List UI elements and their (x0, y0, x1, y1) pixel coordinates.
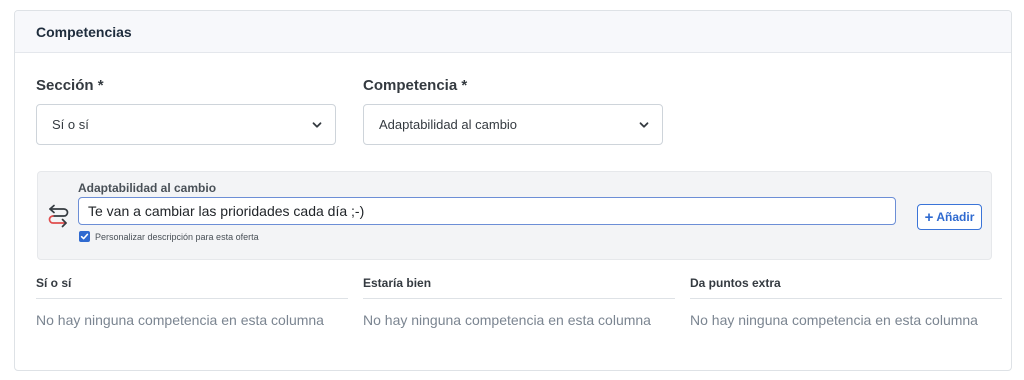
add-button-label: Añadir (936, 210, 975, 224)
column-header: Da puntos extra (690, 276, 1002, 299)
column-estaria-bien: Estaría bien No hay ninguna competencia … (363, 276, 675, 328)
section-select-value: Sí o sí (52, 117, 89, 132)
card-title: Competencias (36, 23, 132, 40)
swap-arrows-icon[interactable] (46, 201, 70, 229)
chevron-down-icon (639, 121, 649, 128)
plus-icon: + (924, 208, 934, 226)
add-button[interactable]: + Añadir (917, 204, 982, 230)
competence-select-value: Adaptabilidad al cambio (379, 117, 518, 132)
competencias-card: Competencias Sección * Sí o sí Competenc… (14, 10, 1012, 371)
chevron-down-icon (312, 121, 322, 128)
description-input[interactable] (78, 197, 896, 225)
column-empty-message: No hay ninguna competencia en esta colum… (36, 312, 324, 328)
column-header: Estaría bien (363, 276, 675, 299)
column-header: Sí o sí (36, 276, 348, 299)
card-header: Competencias (15, 11, 1011, 53)
column-da-puntos-extra: Da puntos extra No hay ninguna competenc… (690, 276, 1002, 328)
competence-item-title: Adaptabilidad al cambio (78, 181, 217, 195)
competence-label: Competencia * (363, 77, 468, 94)
customize-description-checkbox[interactable]: Personalizar descripción para esta ofert… (79, 231, 259, 242)
checkmark-icon (80, 233, 89, 240)
column-empty-message: No hay ninguna competencia en esta colum… (363, 312, 651, 328)
customize-description-label: Personalizar descripción para esta ofert… (95, 231, 259, 242)
competence-select[interactable]: Adaptabilidad al cambio (363, 104, 663, 145)
column-si-o-si: Sí o sí No hay ninguna competencia en es… (36, 276, 348, 328)
checkbox-checked[interactable] (79, 231, 90, 242)
section-select[interactable]: Sí o sí (36, 104, 336, 145)
competence-item-panel: Adaptabilidad al cambio Personalizar des… (37, 171, 992, 260)
section-label: Sección * (36, 77, 104, 94)
column-empty-message: No hay ninguna competencia en esta colum… (690, 312, 978, 328)
